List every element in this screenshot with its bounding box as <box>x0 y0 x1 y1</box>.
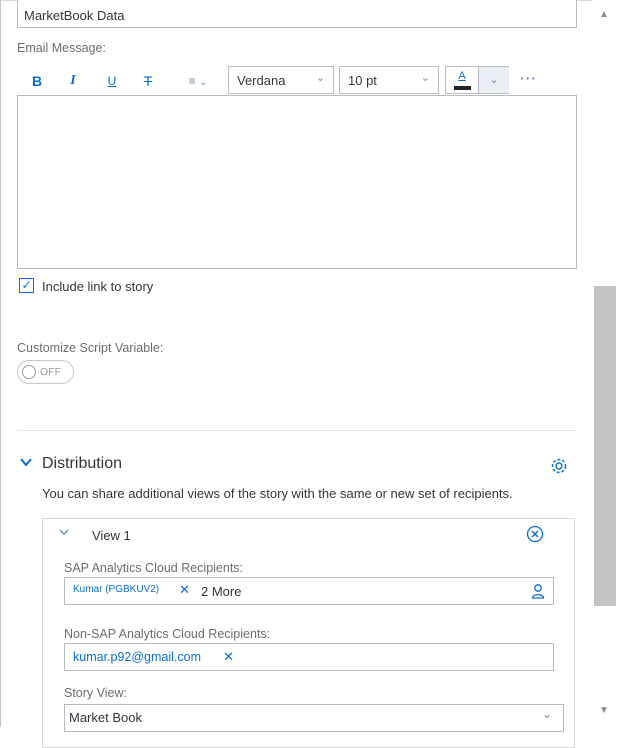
chevron-down-icon[interactable] <box>19 455 33 472</box>
more-icon[interactable]: ··· <box>520 70 537 86</box>
story-view-select[interactable]: Market Book <box>64 704 564 732</box>
recipient-token[interactable]: kumar.p92@gmail.com <box>73 650 201 664</box>
close-circle-icon[interactable] <box>526 525 544 543</box>
distribution-title[interactable]: Distribution <box>42 455 122 473</box>
align-dropdown-button[interactable]: ≡ ⌄ <box>178 70 218 92</box>
text-color-swatch <box>454 86 471 90</box>
more-recipients-link[interactable]: 2 More <box>201 584 241 599</box>
token-remove-icon[interactable]: ✕ <box>223 649 234 665</box>
include-link-checkbox[interactable]: ✓ <box>19 278 34 293</box>
font-family-value: Verdana <box>237 73 286 88</box>
switch-knob <box>22 365 36 379</box>
scrollbar-thumb[interactable] <box>594 286 616 606</box>
scroll-down-icon[interactable]: ▼ <box>597 706 611 716</box>
section-divider <box>17 430 577 431</box>
view-title[interactable]: View 1 <box>92 528 131 543</box>
email-message-editor[interactable] <box>17 95 577 269</box>
distribution-description: You can share additional views of the st… <box>42 486 513 501</box>
story-view-label: Story View: <box>64 686 127 700</box>
text-color-picker[interactable]: A ⌄ <box>445 66 509 94</box>
chevron-down-icon: ⌄ <box>420 72 430 84</box>
switch-state-label: OFF <box>40 366 61 378</box>
chevron-down-icon: ⌄ <box>315 72 325 84</box>
script-variable-switch[interactable]: OFF <box>17 360 74 384</box>
chevron-down-icon[interactable]: ⌄ <box>478 67 509 93</box>
person-icon[interactable] <box>530 583 546 599</box>
font-size-value: 10 pt <box>348 73 377 88</box>
chevron-down-icon: ⌄ <box>198 77 208 88</box>
frame-border <box>0 0 1 727</box>
subject-field[interactable]: MarketBook Data <box>17 0 577 28</box>
include-link-label: Include link to story <box>42 279 154 294</box>
sac-recipients-input[interactable]: Kumar (PGBKUV2) ✕ 2 More <box>64 577 554 605</box>
script-variable-label: Customize Script Variable: <box>17 341 164 355</box>
gear-icon[interactable] <box>550 457 568 475</box>
font-size-select[interactable]: 10 pt ⌄ <box>339 66 439 94</box>
chevron-down-icon[interactable] <box>58 526 70 541</box>
token-remove-icon[interactable]: ✕ <box>179 582 190 598</box>
email-message-label: Email Message: <box>17 41 106 55</box>
strikethrough-icon[interactable]: T <box>140 70 156 92</box>
sac-recipients-label: SAP Analytics Cloud Recipients: <box>64 561 244 575</box>
chevron-down-icon[interactable]: ⌄ <box>542 707 552 721</box>
align-icon: ≡ <box>188 74 196 88</box>
check-icon: ✓ <box>21 278 32 292</box>
italic-icon[interactable]: I <box>66 70 80 92</box>
underline-icon[interactable]: U <box>104 70 120 92</box>
story-view-value: Market Book <box>69 710 142 725</box>
font-family-select[interactable]: Verdana ⌄ <box>228 66 334 94</box>
non-sac-recipients-input[interactable]: kumar.p92@gmail.com ✕ <box>64 643 554 671</box>
scroll-up-icon[interactable]: ▲ <box>597 10 611 20</box>
bold-icon[interactable]: B <box>29 70 45 92</box>
subject-value: MarketBook Data <box>24 8 125 23</box>
recipient-token[interactable]: Kumar (PGBKUV2) <box>73 584 159 595</box>
non-sac-recipients-label: Non-SAP Analytics Cloud Recipients: <box>64 627 271 641</box>
